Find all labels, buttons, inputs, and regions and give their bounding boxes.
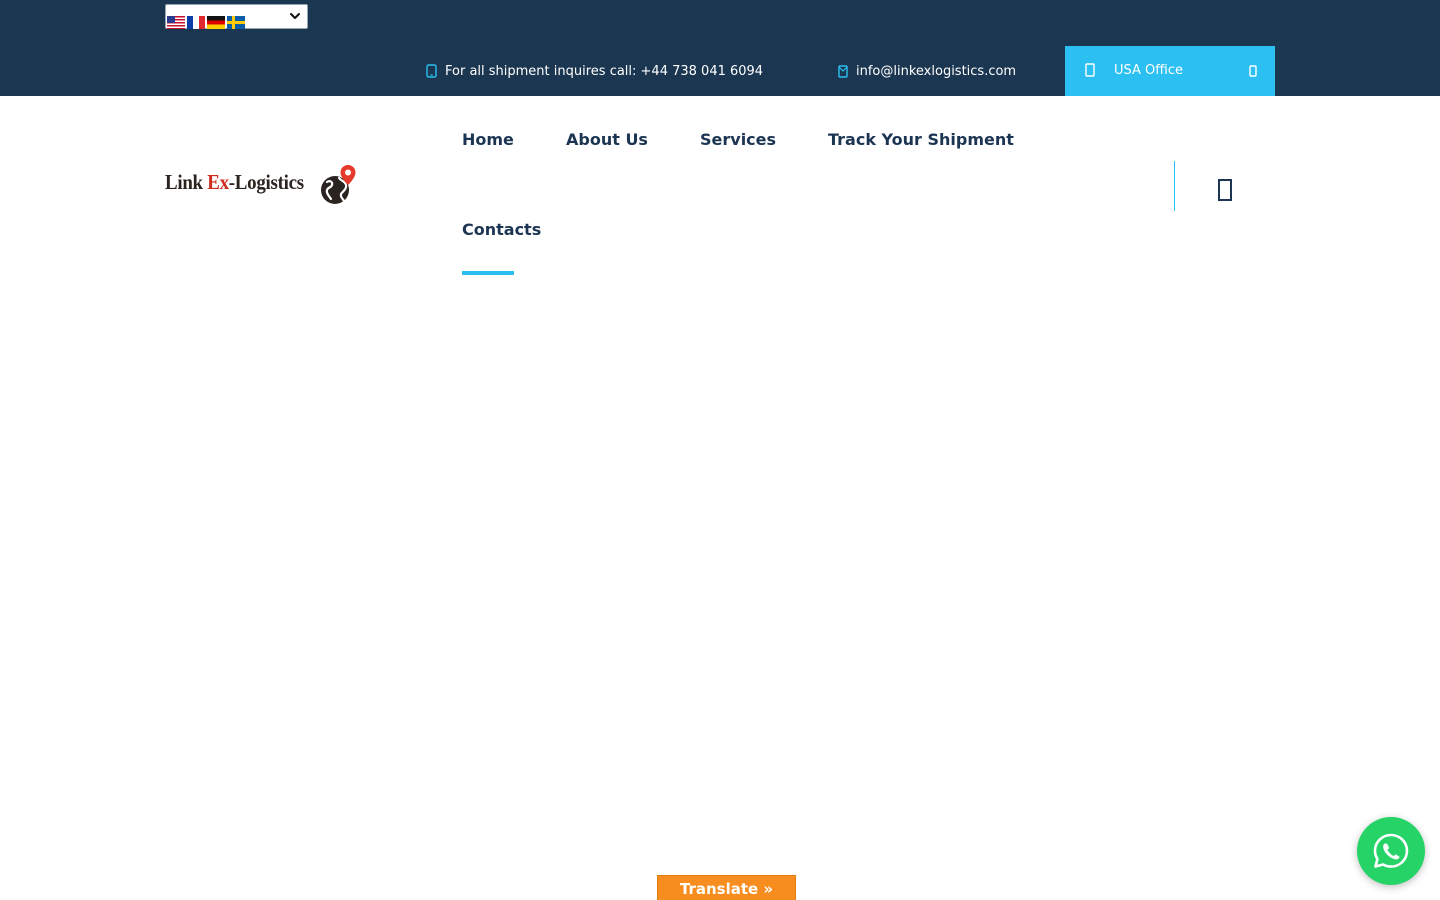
nav-divider — [1174, 161, 1175, 211]
phone-icon — [426, 64, 437, 78]
logo-wordmark: Link Ex-Logistics — [165, 170, 304, 195]
globe-pin-icon — [321, 165, 356, 204]
phone-contact[interactable]: For all shipment inquires call: +44 738 … — [426, 60, 763, 82]
nav-about-us[interactable]: About Us — [566, 130, 648, 149]
translate-button[interactable]: Translate » — [657, 875, 796, 900]
nav-home[interactable]: Home — [462, 130, 514, 149]
office-label: USA Office — [1114, 63, 1183, 78]
arrow-right-icon — [1249, 65, 1257, 77]
search-icon[interactable] — [1213, 175, 1239, 205]
phone-text: For all shipment inquires call: +44 738 … — [445, 63, 764, 79]
top-bar: For all shipment inquires call: +44 738 … — [0, 0, 1440, 96]
se-flag-icon[interactable] — [227, 16, 245, 29]
email-contact[interactable]: info@linkexlogistics.com — [838, 60, 1016, 82]
email-text: info@linkexlogistics.com — [856, 63, 1017, 79]
us-flag-icon[interactable] — [167, 16, 185, 29]
envelope-icon — [838, 64, 848, 78]
usa-office-button[interactable]: USA Office — [1065, 46, 1275, 96]
nav-contacts[interactable]: Contacts — [462, 220, 541, 239]
active-nav-indicator — [462, 271, 514, 275]
fr-flag-icon[interactable] — [187, 16, 205, 29]
logo-text-ex: Ex — [207, 170, 229, 194]
chevron-down-icon[interactable] — [288, 8, 302, 24]
language-selector[interactable] — [165, 4, 308, 29]
whatsapp-icon — [1373, 833, 1409, 868]
logo-text-link: Link — [165, 170, 208, 194]
nav-track-shipment[interactable]: Track Your Shipment — [828, 130, 1014, 149]
de-flag-icon[interactable] — [207, 16, 225, 29]
logo-text-logistics: -Logistics — [228, 170, 304, 194]
map-pin-icon — [1085, 63, 1095, 77]
nav-services[interactable]: Services — [700, 130, 776, 149]
whatsapp-chat-button[interactable] — [1357, 817, 1425, 885]
site-logo[interactable]: Link Ex-Logistics — [165, 163, 360, 205]
